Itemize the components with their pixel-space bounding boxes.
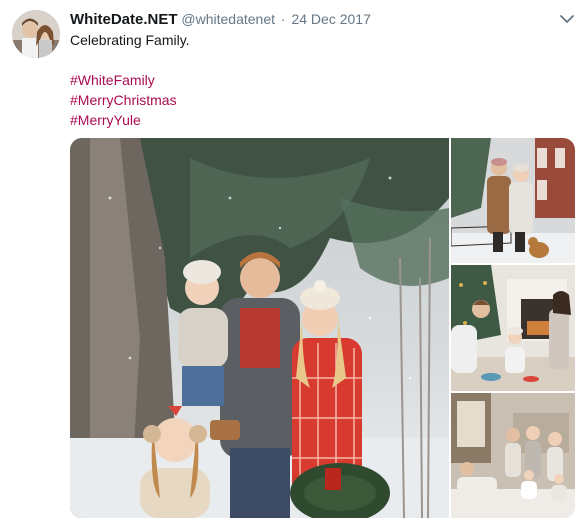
tweet-text: Celebrating Family. #WhiteFamily #MerryC… (70, 30, 570, 130)
avatar-photo (12, 10, 60, 58)
avatar[interactable] (12, 10, 60, 58)
tweet-date[interactable]: 24 Dec 2017 (291, 11, 370, 27)
tweet-header: WhiteDate.NET @whitedatenet · 24 Dec 201… (70, 10, 371, 28)
photo-family-living-room[interactable] (451, 393, 575, 518)
media-grid (70, 138, 575, 518)
tweet-text-line: Celebrating Family. (70, 32, 190, 48)
meta-separator: · (280, 11, 286, 27)
hashtag-link[interactable]: #MerryYule (70, 110, 570, 130)
hashtag-link[interactable]: #MerryChristmas (70, 90, 570, 110)
photo-couple-with-dog-in-snow[interactable] (451, 138, 575, 263)
display-name[interactable]: WhiteDate.NET (70, 11, 178, 28)
photo-family-by-fireplace[interactable] (451, 265, 575, 391)
hashtag-link[interactable]: #WhiteFamily (70, 70, 570, 90)
tweet: WhiteDate.NET @whitedatenet · 24 Dec 201… (0, 0, 585, 528)
chevron-down-icon[interactable] (558, 12, 576, 26)
photo-family-snow-portrait[interactable] (70, 138, 449, 518)
user-handle[interactable]: @whitedatenet (181, 11, 275, 27)
